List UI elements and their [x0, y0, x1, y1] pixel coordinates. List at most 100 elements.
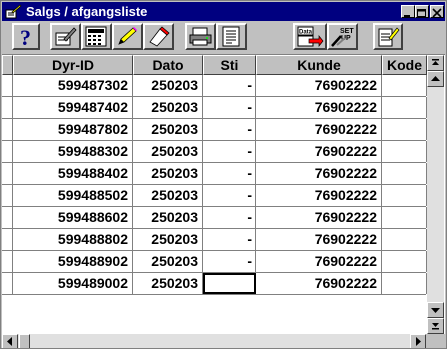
cell-kunde[interactable]: 76902222	[256, 229, 382, 250]
cell-sti[interactable]: -	[203, 229, 256, 250]
cell-kunde[interactable]: 76902222	[256, 97, 382, 118]
cell-kode[interactable]	[382, 119, 427, 140]
cell-sti[interactable]: -	[203, 251, 256, 272]
cell-dyr-id[interactable]: 599487402	[13, 97, 133, 118]
cell-dato[interactable]: 250203	[133, 207, 203, 228]
cell-kode[interactable]	[382, 251, 427, 272]
cell-kode[interactable]	[382, 185, 427, 206]
cell-sti[interactable]: -	[203, 141, 256, 162]
cell-dato[interactable]: 250203	[133, 163, 203, 184]
preview-button[interactable]	[216, 23, 247, 50]
cell-sti[interactable]: -	[203, 119, 256, 140]
cell-dyr-id[interactable]: 599489002	[13, 273, 133, 294]
scroll-down-button[interactable]	[427, 302, 444, 318]
scroll-bottom-button[interactable]	[427, 318, 444, 334]
row-selector[interactable]	[2, 97, 13, 118]
cell-kunde[interactable]: 76902222	[256, 141, 382, 162]
data-transfer-button[interactable]: Data	[293, 23, 327, 50]
row-selector[interactable]	[2, 75, 13, 96]
row-selector[interactable]	[2, 251, 13, 272]
calculator-button[interactable]	[81, 23, 112, 50]
table-row[interactable]: 599488902 250203-76902222	[2, 251, 427, 273]
pencil-button[interactable]	[112, 23, 143, 50]
cell-kunde[interactable]: 76902222	[256, 185, 382, 206]
title-bar[interactable]: Salgs / afgangsliste	[2, 2, 445, 21]
cell-dato[interactable]: 250203	[133, 229, 203, 250]
cell-sti[interactable]: -	[203, 207, 256, 228]
maximize-button[interactable]	[415, 5, 429, 18]
horizontal-scrollbar[interactable]	[2, 334, 426, 348]
cell-sti[interactable]: -	[203, 75, 256, 96]
cell-kode[interactable]	[382, 75, 427, 96]
setup-button[interactable]: SET UP	[327, 23, 358, 50]
minimize-button[interactable]	[401, 5, 415, 18]
column-header-kunde[interactable]: Kunde	[256, 55, 382, 75]
row-selector[interactable]	[2, 229, 13, 250]
row-selector[interactable]	[2, 141, 13, 162]
cell-kode[interactable]	[382, 163, 427, 184]
cell-dyr-id[interactable]: 599488902	[13, 251, 133, 272]
scroll-left-button[interactable]	[2, 334, 18, 348]
row-selector[interactable]	[2, 119, 13, 140]
close-button[interactable]	[430, 5, 444, 18]
cell-dato[interactable]: 250203	[133, 273, 203, 294]
vertical-scrollbar[interactable]	[427, 55, 444, 334]
cell-kode[interactable]	[382, 273, 427, 294]
cell-dato[interactable]: 250203	[133, 97, 203, 118]
cell-sti[interactable]: -	[203, 97, 256, 118]
table-row[interactable]: 599488602 250203-76902222	[2, 207, 427, 229]
eraser-icon	[149, 26, 170, 47]
cell-kode[interactable]	[382, 207, 427, 228]
cell-kode[interactable]	[382, 97, 427, 118]
cell-dyr-id[interactable]: 599488602	[13, 207, 133, 228]
cell-kunde[interactable]: 76902222	[256, 75, 382, 96]
cell-kode[interactable]	[382, 229, 427, 250]
cell-sti[interactable]: -	[203, 185, 256, 206]
cell-dyr-id[interactable]: 599488402	[13, 163, 133, 184]
horizontal-scroll-thumb[interactable]	[19, 334, 30, 348]
cell-kunde[interactable]: 76902222	[256, 163, 382, 184]
row-selector[interactable]	[2, 207, 13, 228]
edit-button[interactable]	[50, 23, 81, 50]
cell-kunde[interactable]: 76902222	[256, 119, 382, 140]
cell-dyr-id[interactable]: 599488502	[13, 185, 133, 206]
table-row[interactable]: 599488402 250203-76902222	[2, 163, 427, 185]
cell-dato[interactable]: 250203	[133, 185, 203, 206]
cell-dyr-id[interactable]: 599487302	[13, 75, 133, 96]
cell-dato[interactable]: 250203	[133, 75, 203, 96]
column-header-dato[interactable]: Dato	[133, 55, 203, 75]
cell-sti[interactable]: -	[203, 163, 256, 184]
eraser-button[interactable]	[143, 23, 174, 50]
table-row[interactable]: 599488802 250203-76902222	[2, 229, 427, 251]
scroll-top-button[interactable]	[427, 55, 444, 71]
cell-dato[interactable]: 250203	[133, 141, 203, 162]
cell-dato[interactable]: 250203	[133, 119, 203, 140]
scroll-up-arrow-icon	[431, 76, 440, 81]
table-row[interactable]: 599487402 250203-76902222	[2, 97, 427, 119]
cell-dyr-id[interactable]: 599487802	[13, 119, 133, 140]
column-header-kode[interactable]: Kode	[382, 55, 427, 75]
exit-button[interactable]	[373, 23, 403, 50]
cell-sti[interactable]	[203, 273, 256, 294]
column-header-dyr-id[interactable]: Dyr-ID	[13, 55, 133, 75]
row-selector[interactable]	[2, 185, 13, 206]
scroll-up-button[interactable]	[427, 71, 444, 87]
cell-dato[interactable]: 250203	[133, 251, 203, 272]
table-row[interactable]: 599487802 250203-76902222	[2, 119, 427, 141]
scroll-right-button[interactable]	[410, 334, 426, 348]
table-row[interactable]: 599487302 250203-76902222	[2, 75, 427, 97]
table-row[interactable]: 599488502 250203-76902222	[2, 185, 427, 207]
cell-dyr-id[interactable]: 599488302	[13, 141, 133, 162]
cell-kunde[interactable]: 76902222	[256, 251, 382, 272]
table-row[interactable]: 599489002 250203 76902222	[2, 273, 427, 295]
cell-dyr-id[interactable]: 599488802	[13, 229, 133, 250]
row-selector[interactable]	[2, 273, 13, 294]
print-button[interactable]	[185, 23, 216, 50]
cell-kunde[interactable]: 76902222	[256, 273, 382, 294]
help-button[interactable]: ?	[12, 23, 40, 50]
row-selector[interactable]	[2, 163, 13, 184]
cell-kode[interactable]	[382, 141, 427, 162]
cell-kunde[interactable]: 76902222	[256, 207, 382, 228]
table-row[interactable]: 599488302 250203-76902222	[2, 141, 427, 163]
column-header-sti[interactable]: Sti	[203, 55, 256, 75]
